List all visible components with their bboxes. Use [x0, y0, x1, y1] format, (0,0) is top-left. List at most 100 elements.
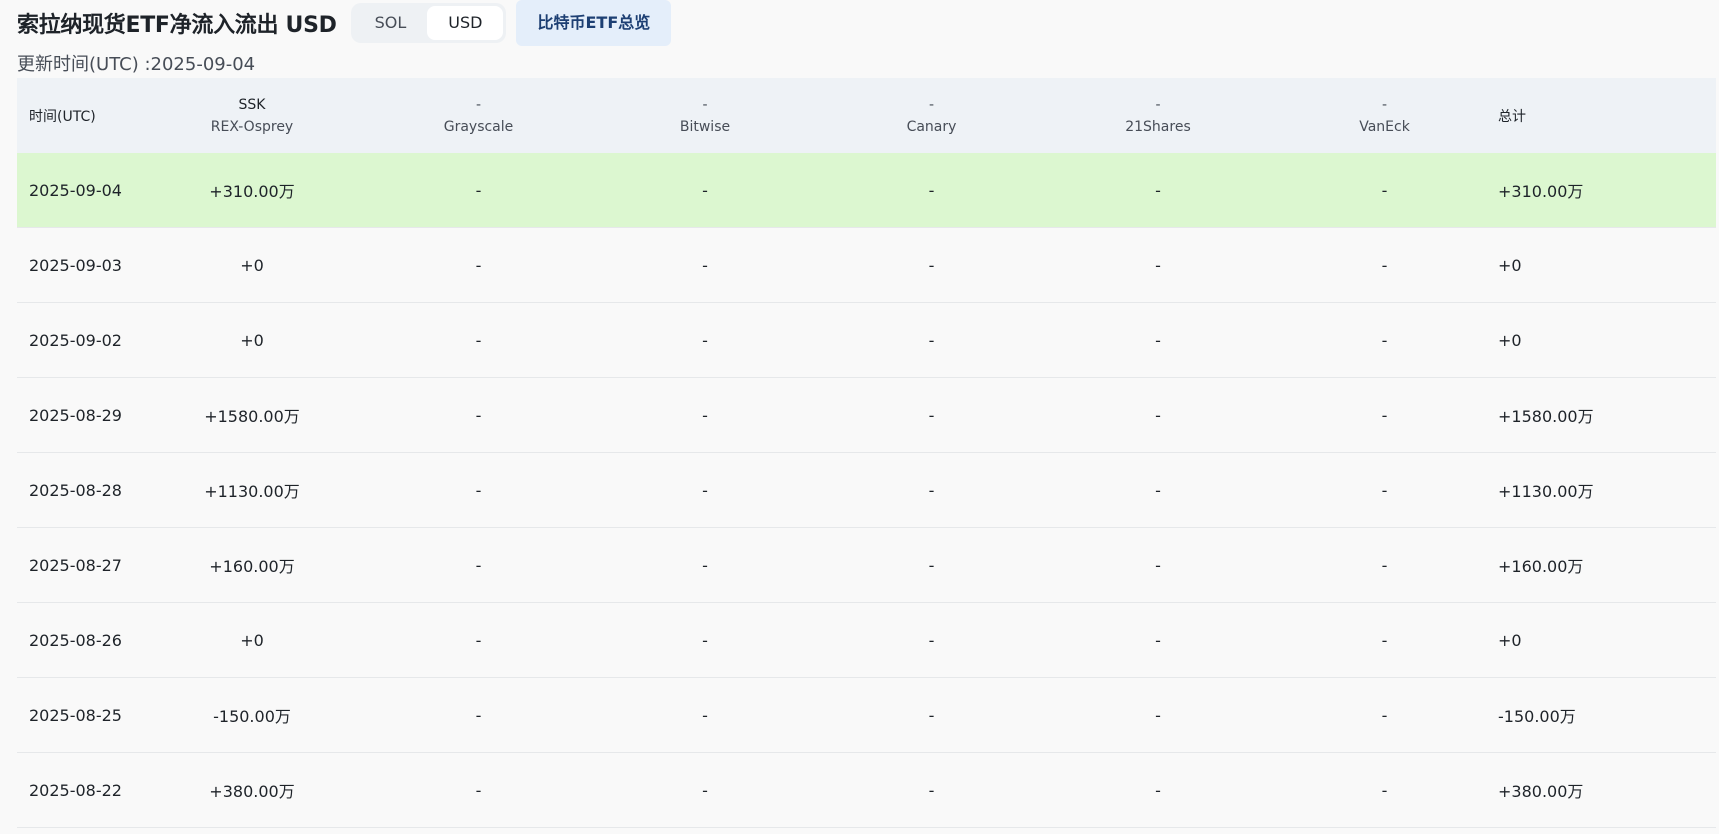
unit-toggle-sol[interactable]: SOL — [354, 6, 428, 40]
table-row[interactable]: 2025-08-25 -150.00万 - - - - - -150.00万 — [17, 677, 1716, 753]
cell-shares21: - — [1045, 602, 1271, 678]
cell-grayscale: - — [365, 452, 592, 528]
cell-grayscale: - — [365, 752, 592, 828]
cell-ssk: +0 — [139, 227, 365, 303]
cell-bitwise: - — [592, 227, 818, 303]
cell-canary: - — [818, 227, 1045, 303]
cell-total: -150.00万 — [1498, 677, 1716, 753]
cell-date: 2025-08-25 — [17, 677, 139, 753]
bitcoin-etf-overview-button[interactable]: 比特币ETF总览 — [516, 0, 672, 46]
table-row[interactable]: 2025-08-28 +1130.00万 - - - - - +1130.00万 — [17, 452, 1716, 528]
unit-toggle: SOL USD — [350, 3, 507, 43]
cell-grayscale: - — [365, 153, 592, 228]
column-header-vaneck[interactable]: - VanEck — [1271, 78, 1498, 153]
cell-canary: - — [818, 602, 1045, 678]
cell-ssk: +1130.00万 — [139, 452, 365, 528]
cell-date: 2025-08-28 — [17, 452, 139, 528]
update-time: 更新时间(UTC) :2025-09-04 — [17, 54, 256, 75]
cell-bitwise: - — [592, 752, 818, 828]
column-ticker: - — [928, 96, 935, 113]
cell-ssk: +380.00万 — [139, 752, 365, 828]
cell-bitwise: - — [592, 527, 818, 603]
column-issuer: Canary — [906, 118, 957, 135]
cell-vaneck: - — [1271, 452, 1498, 528]
header-row: 索拉纳现货ETF净流入流出 USD SOL USD 比特币ETF总览 — [17, 0, 672, 46]
cell-shares21: - — [1045, 377, 1271, 453]
column-ticker: - — [702, 96, 708, 113]
cell-bitwise: - — [592, 677, 818, 753]
cell-total: +380.00万 — [1498, 752, 1716, 828]
cell-date: 2025-08-29 — [17, 377, 139, 453]
table-row[interactable]: 2025-09-03 +0- - - - - +0 — [17, 227, 1716, 303]
cell-canary: - — [818, 302, 1045, 378]
cell-ssk: +1580.00万 — [139, 377, 365, 453]
table-row[interactable]: 2025-08-29 +1580.00万 - - - - - +1580.00万 — [17, 377, 1716, 453]
table-row[interactable]: 2025-08-27 +160.00万 - - - - - +160.00万 — [17, 527, 1716, 603]
cell-grayscale: - — [365, 227, 592, 303]
column-ticker: - — [1381, 96, 1388, 113]
page-title: 索拉纳现货ETF净流入流出 USD — [17, 13, 337, 38]
cell-vaneck: - — [1271, 677, 1498, 753]
cell-canary: - — [818, 153, 1045, 228]
cell-bitwise: - — [592, 153, 818, 228]
cell-vaneck: - — [1271, 527, 1498, 603]
column-header-total-label: 总计 — [1498, 108, 1526, 125]
table-body: 2025-09-04 +310.00万 - - - - - +310.00万 2025-09-0… — [17, 153, 1716, 828]
column-ticker: SSK — [238, 96, 266, 113]
cell-vaneck: - — [1271, 377, 1498, 453]
cell-vaneck: - — [1271, 752, 1498, 828]
cell-canary: - — [818, 752, 1045, 828]
unit-toggle-usd[interactable]: USD — [427, 6, 504, 40]
column-issuer: 21Shares — [1125, 118, 1191, 135]
column-header-date-label: 时间(UTC) — [29, 108, 96, 125]
cell-total: +0 — [1498, 227, 1716, 303]
column-header-total[interactable]: 总计 — [1498, 78, 1716, 153]
cell-total: +310.00万 — [1498, 153, 1716, 228]
cell-vaneck: - — [1271, 153, 1498, 228]
column-header-canary[interactable]: - Canary — [818, 78, 1045, 153]
cell-shares21: - — [1045, 677, 1271, 753]
column-issuer: Bitwise — [679, 118, 731, 135]
cell-vaneck: - — [1271, 302, 1498, 378]
cell-shares21: - — [1045, 752, 1271, 828]
cell-total: +0 — [1498, 302, 1716, 378]
cell-ssk: +310.00万 — [139, 153, 365, 228]
etf-flow-page: 索拉纳现货ETF净流入流出 USD SOL USD 比特币ETF总览 更新时间(… — [0, 0, 1719, 834]
cell-total: +1130.00万 — [1498, 452, 1716, 528]
cell-ssk: +160.00万 — [139, 527, 365, 603]
cell-grayscale: - — [365, 527, 592, 603]
cell-date: 2025-09-02 — [17, 302, 139, 378]
column-issuer: VanEck — [1359, 118, 1410, 135]
cell-date: 2025-09-04 — [17, 153, 139, 228]
cell-bitwise: - — [592, 602, 818, 678]
table-row[interactable]: 2025-08-26 +0- - - - - +0 — [17, 602, 1716, 678]
column-issuer: Grayscale — [443, 118, 514, 135]
cell-canary: - — [818, 377, 1045, 453]
cell-ssk: +0 — [139, 602, 365, 678]
cell-ssk: +0 — [139, 302, 365, 378]
column-header-grayscale[interactable]: - Grayscale — [365, 78, 592, 153]
cell-date: 2025-09-03 — [17, 227, 139, 303]
cell-canary: - — [818, 452, 1045, 528]
table-row[interactable]: 2025-09-04 +310.00万 - - - - - +310.00万 — [17, 153, 1716, 228]
table-row[interactable]: 2025-09-02 +0- - - - - +0 — [17, 302, 1716, 378]
cell-shares21: - — [1045, 527, 1271, 603]
cell-grayscale: - — [365, 377, 592, 453]
column-ticker: - — [1155, 96, 1161, 113]
cell-bitwise: - — [592, 452, 818, 528]
column-header-21shares[interactable]: - 21Shares — [1045, 78, 1271, 153]
cell-bitwise: - — [592, 377, 818, 453]
cell-grayscale: - — [365, 302, 592, 378]
cell-shares21: - — [1045, 153, 1271, 228]
etf-flow-table: 时间(UTC) SSK REX-Osprey - Grayscale - Bit… — [17, 78, 1716, 828]
cell-date: 2025-08-22 — [17, 752, 139, 828]
column-header-ssk[interactable]: SSK REX-Osprey — [139, 78, 365, 153]
column-header-date[interactable]: 时间(UTC) — [17, 78, 139, 153]
column-header-bitwise[interactable]: - Bitwise — [592, 78, 818, 153]
cell-date: 2025-08-26 — [17, 602, 139, 678]
cell-canary: - — [818, 527, 1045, 603]
cell-ssk: -150.00万 — [139, 677, 365, 753]
column-issuer: REX-Osprey — [210, 118, 294, 135]
table-row[interactable]: 2025-08-22 +380.00万 - - - - - +380.00万 — [17, 752, 1716, 828]
cell-vaneck: - — [1271, 602, 1498, 678]
